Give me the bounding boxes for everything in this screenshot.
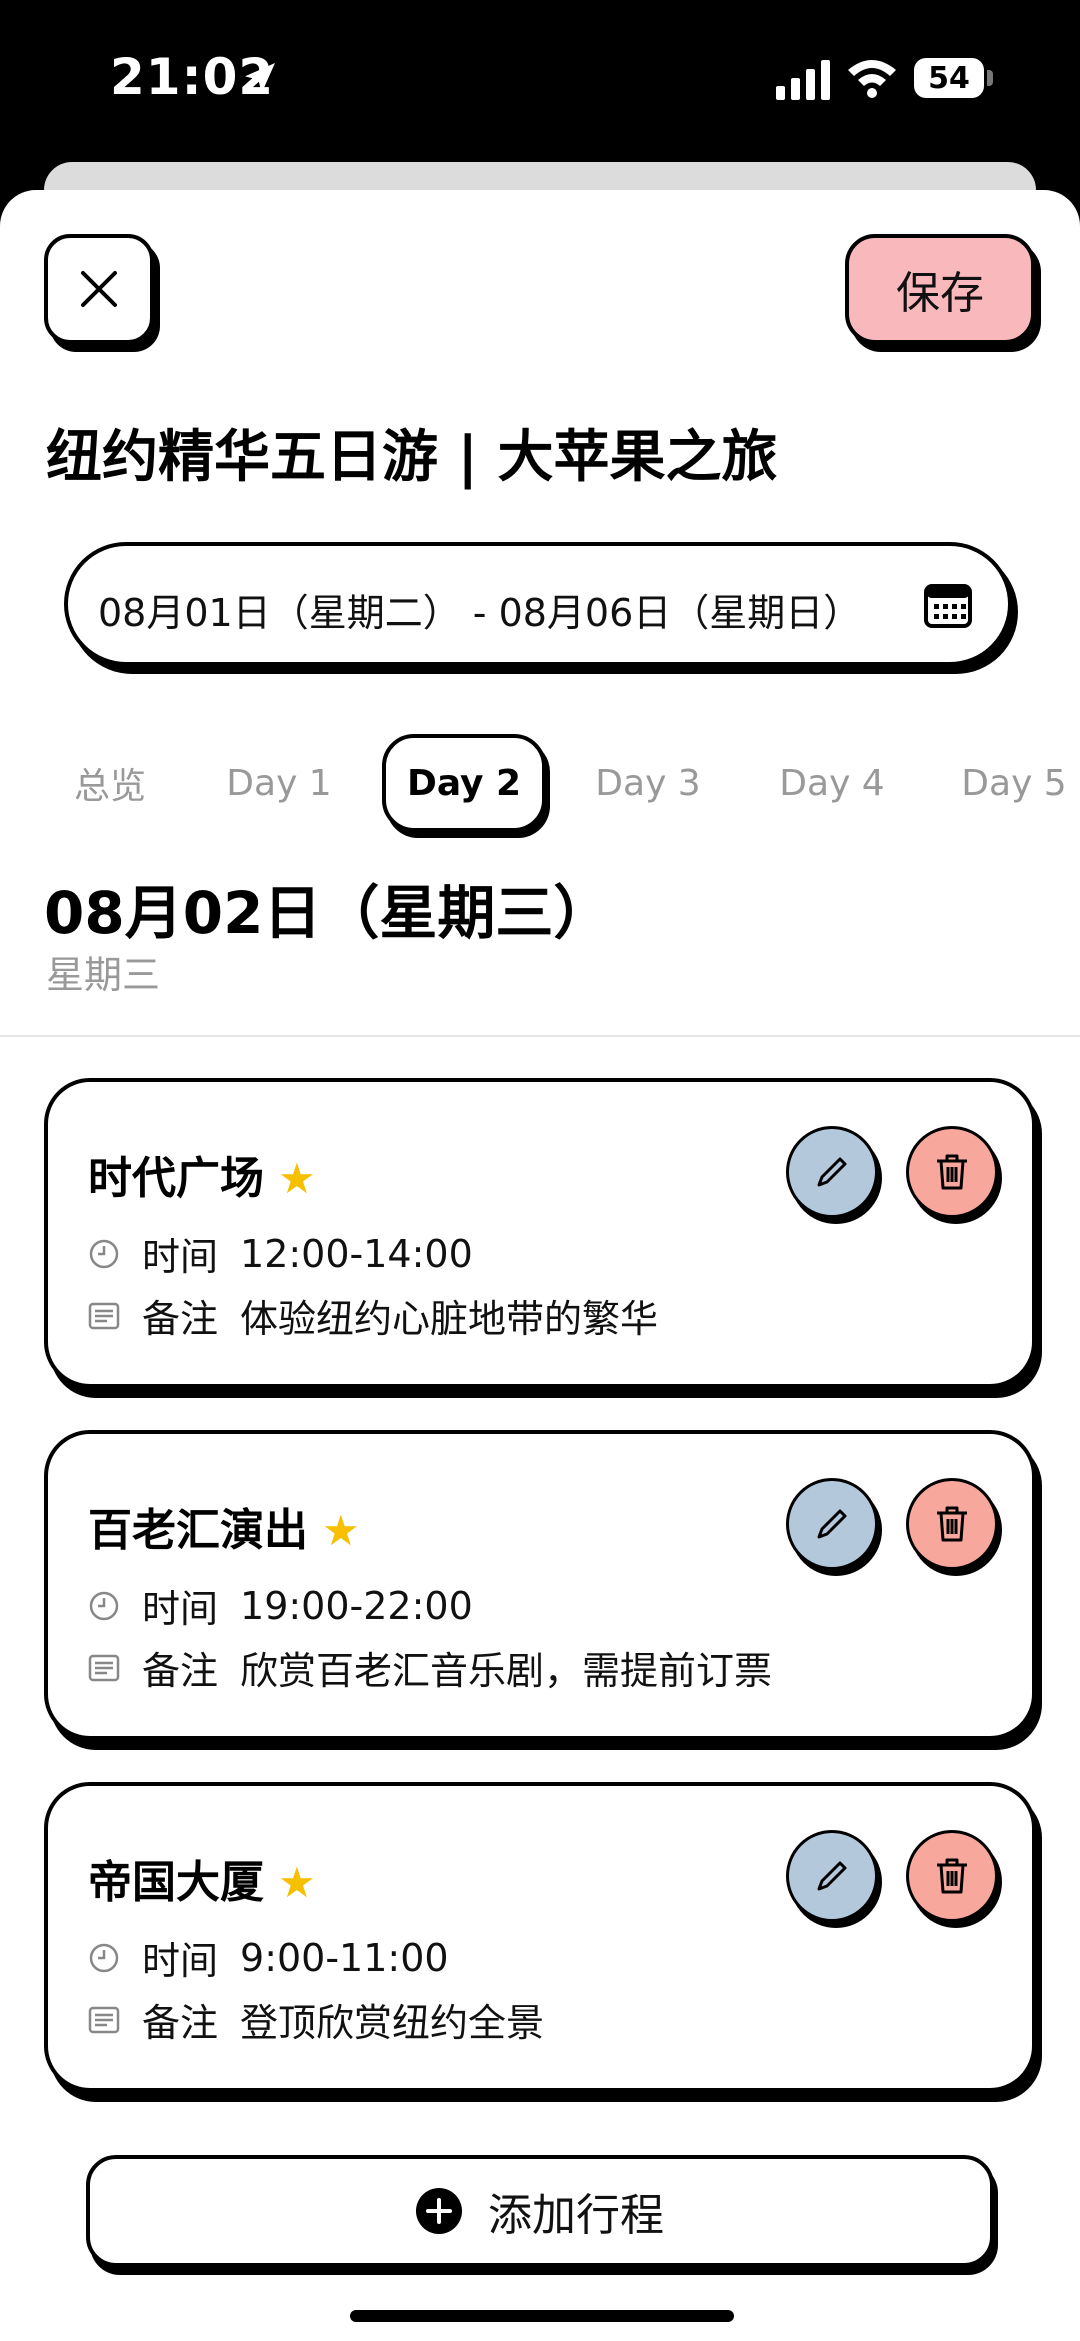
add-itinerary-button[interactable]: 添加行程 — [86, 2155, 994, 2267]
note-row: 备注 欣赏百老汇音乐剧，需提前订票 — [88, 1640, 772, 1695]
day-tabs: 总览 Day 1 Day 2 Day 3 Day 4 Day 5 — [0, 734, 1080, 832]
tab-day-3[interactable]: Day 3 — [580, 738, 716, 828]
trash-icon — [937, 1154, 967, 1190]
edit-button[interactable] — [786, 1830, 878, 1922]
close-button[interactable] — [44, 234, 154, 344]
itinerary-card: 帝国大厦 ★ 时间 9:00-11:00 备注 登顶欣赏纽约全景 — [44, 1782, 1036, 2092]
clock-icon — [89, 1239, 119, 1268]
edit-trip-sheet: 保存 纽约精华五日游 | 大苹果之旅 08月01日（星期二） - 08月06日（… — [0, 190, 1080, 2341]
status-bar: 21:02 54 — [0, 0, 1080, 160]
star-icon: ★ — [278, 1858, 316, 1907]
note-label: 备注 — [142, 1297, 219, 1341]
itinerary-title: 时代广场 ★ — [88, 1142, 316, 1206]
calendar-icon — [924, 584, 972, 628]
date-range-picker[interactable]: 08月01日（星期二） - 08月06日（星期日） — [64, 542, 1012, 666]
tab-day-1[interactable]: Day 1 — [212, 738, 346, 828]
itinerary-card: 百老汇演出 ★ 时间 19:00-22:00 备注 欣赏百老汇音乐剧，需提前订票 — [44, 1430, 1036, 1740]
cellular-signal-icon — [776, 60, 830, 100]
save-button[interactable]: 保存 — [845, 234, 1035, 344]
note-icon — [88, 2006, 120, 2033]
note-row: 备注 体验纽约心脏地带的繁华 — [88, 1288, 658, 1343]
time-value: 19:00-22:00 — [240, 1583, 473, 1628]
pencil-icon — [817, 1861, 847, 1891]
trash-icon — [937, 1506, 967, 1542]
close-icon — [81, 271, 117, 307]
day-weekday: 星期三 — [46, 953, 161, 997]
battery-tip — [987, 70, 993, 86]
edit-button[interactable] — [786, 1478, 878, 1570]
clock-icon — [89, 1943, 119, 1972]
delete-button[interactable] — [906, 1478, 998, 1570]
divider — [0, 1035, 1080, 1037]
note-icon — [88, 1302, 120, 1329]
time-row: 时间 19:00-22:00 — [88, 1578, 473, 1633]
itinerary-name: 时代广场 — [88, 1153, 264, 1204]
clock-icon — [89, 1591, 119, 1620]
time-value: 9:00-11:00 — [240, 1935, 449, 1980]
location-arrow-icon — [245, 63, 275, 93]
note-row: 备注 登顶欣赏纽约全景 — [88, 1992, 544, 2047]
pencil-icon — [817, 1509, 847, 1539]
star-icon: ★ — [322, 1506, 360, 1555]
plus-circle-icon — [416, 2188, 462, 2234]
battery-indicator: 54 — [914, 58, 984, 98]
trash-icon — [937, 1858, 967, 1894]
note-icon — [88, 1654, 120, 1681]
itinerary-name: 帝国大厦 — [88, 1857, 264, 1908]
home-indicator[interactable] — [350, 2310, 734, 2322]
time-row: 时间 12:00-14:00 — [88, 1226, 473, 1281]
time-label: 时间 — [142, 1235, 219, 1279]
delete-button[interactable] — [906, 1126, 998, 1218]
date-range-text: 08月01日（星期二） - 08月06日（星期日） — [98, 591, 862, 635]
itinerary-name: 百老汇演出 — [88, 1505, 308, 1556]
itinerary-title: 百老汇演出 ★ — [88, 1494, 360, 1558]
tab-day-2[interactable]: Day 2 — [382, 734, 546, 832]
time-row: 时间 9:00-11:00 — [88, 1930, 449, 1985]
note-value: 体验纽约心脏地带的繁华 — [240, 1297, 659, 1341]
itinerary-title: 帝国大厦 ★ — [88, 1846, 316, 1910]
add-itinerary-label: 添加行程 — [488, 2190, 664, 2241]
note-label: 备注 — [142, 1649, 219, 1693]
time-label: 时间 — [142, 1939, 219, 1983]
itinerary-card: 时代广场 ★ 时间 12:00-14:00 备注 体验纽约心脏地带的繁华 — [44, 1078, 1036, 1388]
delete-button[interactable] — [906, 1830, 998, 1922]
tab-day-4[interactable]: Day 4 — [764, 738, 900, 828]
tab-day-5[interactable]: Day 5 — [948, 738, 1080, 828]
note-label: 备注 — [142, 2001, 219, 2045]
note-value: 登顶欣赏纽约全景 — [240, 2001, 545, 2045]
trip-title: 纽约精华五日游 | 大苹果之旅 — [46, 425, 778, 490]
time-label: 时间 — [142, 1587, 219, 1631]
note-value: 欣赏百老汇音乐剧，需提前订票 — [240, 1649, 773, 1693]
star-icon: ★ — [278, 1154, 316, 1203]
time-value: 12:00-14:00 — [240, 1231, 473, 1276]
edit-button[interactable] — [786, 1126, 878, 1218]
pencil-icon — [817, 1157, 847, 1187]
wifi-icon — [848, 60, 896, 98]
day-title: 08月02日（星期三） — [44, 879, 612, 947]
battery-level: 54 — [928, 60, 970, 96]
tab-overview[interactable]: 总览 — [40, 738, 180, 828]
